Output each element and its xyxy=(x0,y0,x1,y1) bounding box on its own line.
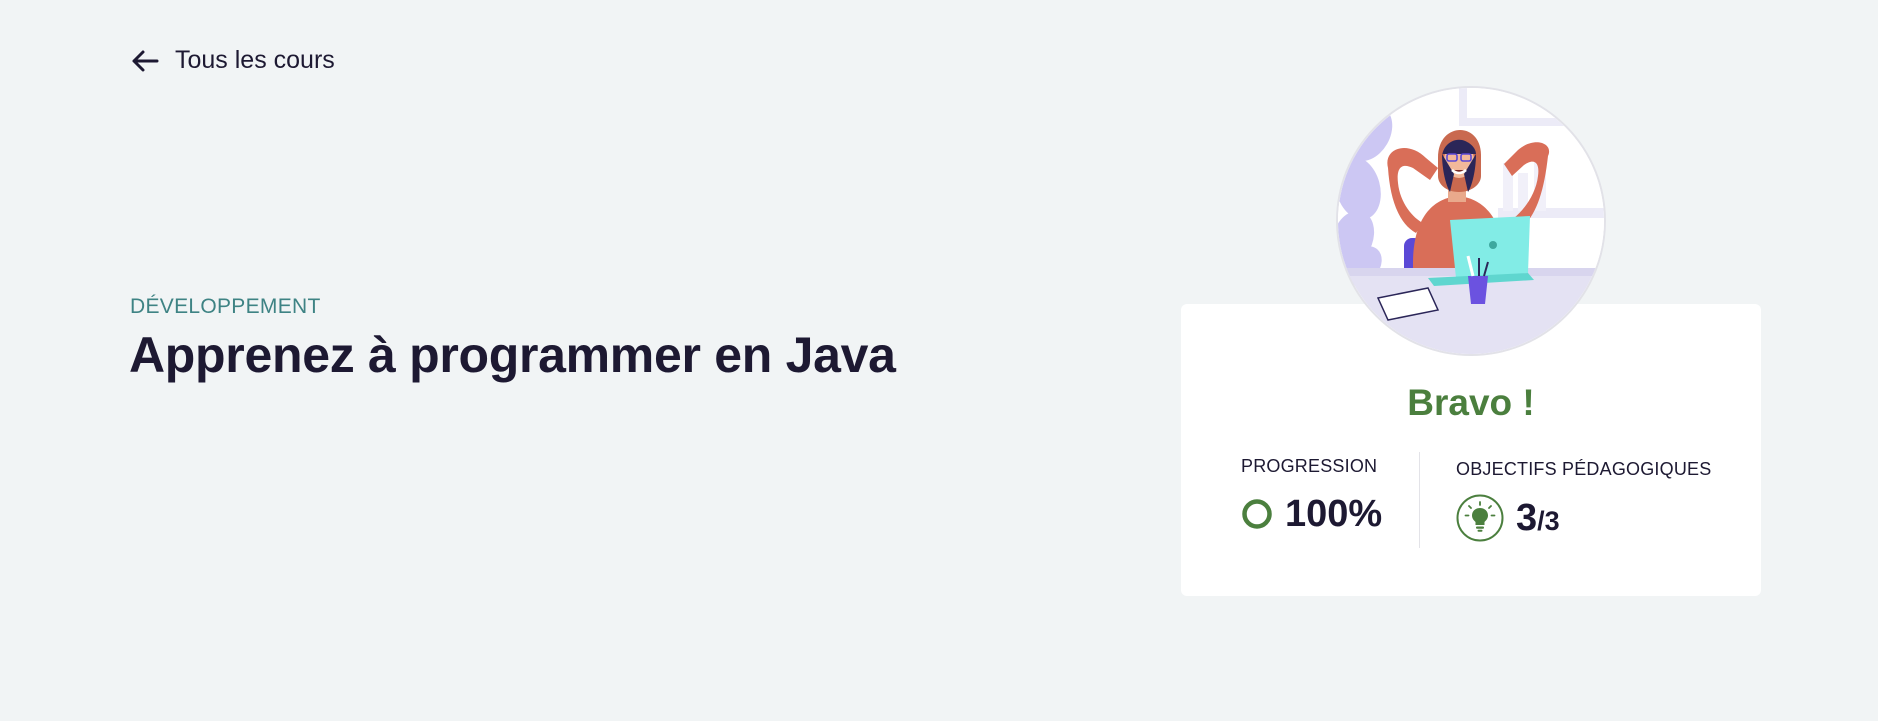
completion-illustration xyxy=(1336,86,1606,356)
progress-stat: PROGRESSION 100% xyxy=(1241,456,1382,533)
progress-value: 100% xyxy=(1285,493,1383,535)
course-title: Apprenez à programmer en Java xyxy=(129,327,896,383)
objectives-label: OBJECTIFS PÉDAGOGIQUES xyxy=(1456,459,1712,479)
progress-label: PROGRESSION xyxy=(1241,456,1378,476)
objectives-stat: OBJECTIFS PÉDAGOGIQUES 3/3 xyxy=(1456,459,1711,542)
back-link-label: Tous les cours xyxy=(175,46,335,74)
objectives-done: 3 xyxy=(1516,497,1538,539)
objectives-value: 3/3 xyxy=(1516,499,1560,537)
back-to-courses-link[interactable]: Tous les cours xyxy=(131,48,335,73)
arrow-left-icon xyxy=(132,50,159,71)
objectives-total: /3 xyxy=(1537,506,1560,536)
progress-ring-icon xyxy=(1242,499,1272,529)
stats-divider xyxy=(1419,452,1420,548)
completion-headline: Bravo ! xyxy=(1407,382,1535,423)
course-category: DÉVELOPPEMENT xyxy=(130,295,321,318)
lightbulb-icon xyxy=(1456,494,1504,542)
